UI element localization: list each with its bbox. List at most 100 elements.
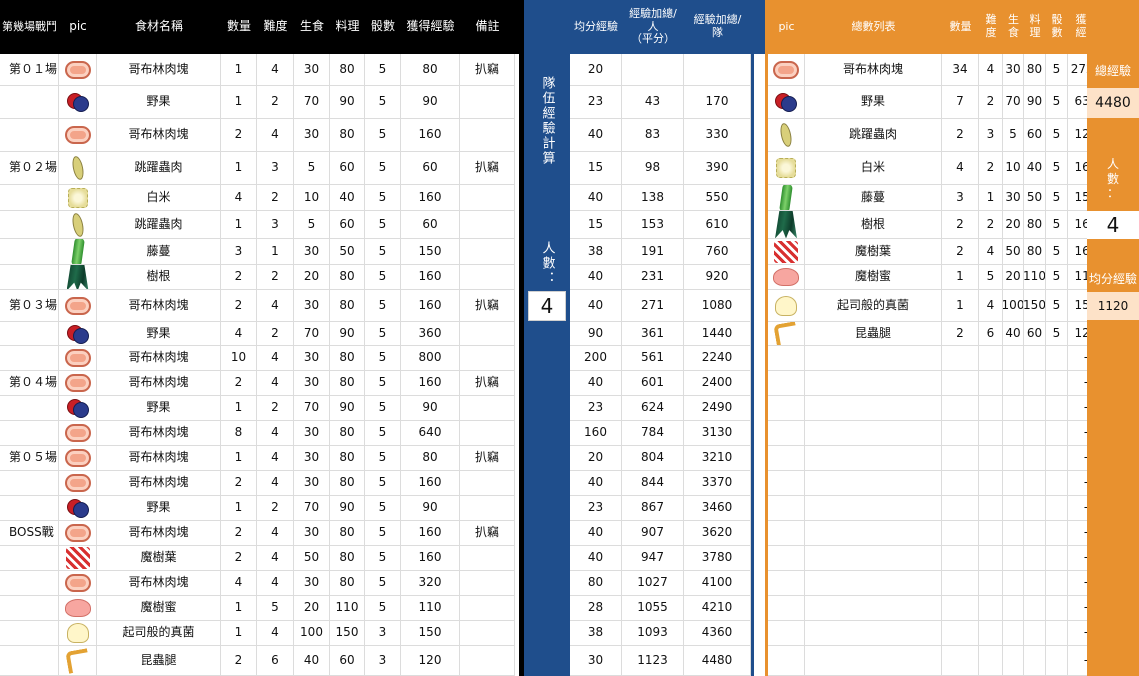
dice-cell[interactable] xyxy=(1046,621,1068,646)
exp-cell[interactable]: 640 xyxy=(401,421,460,446)
quantity-cell[interactable] xyxy=(942,621,979,646)
raw-cell[interactable]: 30 xyxy=(294,421,330,446)
cooked-cell[interactable]: 80 xyxy=(330,290,365,322)
raw-cell[interactable] xyxy=(1003,471,1024,496)
column-header[interactable]: 料理 xyxy=(330,0,365,54)
exp-cell[interactable]: 90 xyxy=(401,496,460,521)
exp-team-cell[interactable]: 610 xyxy=(684,211,751,239)
dice-cell[interactable] xyxy=(1046,396,1068,421)
raw-cell[interactable]: 50 xyxy=(294,546,330,571)
cooked-cell[interactable] xyxy=(1024,371,1046,396)
exp-team-cell[interactable]: 4100 xyxy=(684,571,751,596)
exp-team-cell[interactable]: 920 xyxy=(684,265,751,290)
dice-cell[interactable]: 3 xyxy=(365,621,401,646)
pic-cell[interactable] xyxy=(59,265,97,290)
cooked-cell[interactable]: 80 xyxy=(330,119,365,152)
quantity-cell[interactable]: 2 xyxy=(221,119,257,152)
raw-cell[interactable]: 30 xyxy=(294,346,330,371)
cooked-cell[interactable]: 90 xyxy=(330,322,365,346)
difficulty-cell[interactable]: 4 xyxy=(257,521,294,546)
pic-cell[interactable] xyxy=(59,421,97,446)
quantity-cell[interactable]: 7 xyxy=(942,86,979,119)
ingredient-name-cell[interactable]: 哥布林肉塊 xyxy=(97,521,221,546)
difficulty-cell[interactable]: 5 xyxy=(257,596,294,621)
quantity-cell[interactable]: 2 xyxy=(221,265,257,290)
raw-cell[interactable]: 30 xyxy=(294,119,330,152)
difficulty-cell[interactable] xyxy=(979,621,1003,646)
exp-per-person-cell[interactable]: 1027 xyxy=(622,571,684,596)
ingredient-name-cell[interactable]: 哥布林肉塊 xyxy=(97,421,221,446)
column-header[interactable]: 生食 xyxy=(294,0,330,54)
avg-exp-cell[interactable]: 30 xyxy=(570,646,622,676)
avg-exp-cell[interactable]: 40 xyxy=(570,546,622,571)
exp-team-cell[interactable]: 550 xyxy=(684,185,751,211)
cooked-cell[interactable]: 50 xyxy=(1024,185,1046,211)
pic-cell[interactable] xyxy=(768,471,805,496)
column-header[interactable]: pic xyxy=(768,0,805,54)
quantity-cell[interactable]: 1 xyxy=(942,265,979,290)
cooked-cell[interactable]: 80 xyxy=(330,265,365,290)
stage-cell[interactable] xyxy=(0,185,59,211)
raw-cell[interactable]: 20 xyxy=(294,596,330,621)
raw-cell[interactable] xyxy=(1003,521,1024,546)
quantity-cell[interactable]: 2 xyxy=(942,211,979,239)
ingredient-name-cell[interactable]: 白米 xyxy=(805,152,942,185)
difficulty-cell[interactable] xyxy=(979,346,1003,371)
pic-cell[interactable] xyxy=(768,621,805,646)
raw-cell[interactable]: 30 xyxy=(1003,185,1024,211)
quantity-cell[interactable]: 2 xyxy=(221,371,257,396)
exp-cell[interactable]: 160 xyxy=(401,471,460,496)
raw-cell[interactable]: 50 xyxy=(1003,239,1024,265)
ingredient-name-cell[interactable]: 哥布林肉塊 xyxy=(97,290,221,322)
cooked-cell[interactable] xyxy=(1024,446,1046,471)
note-cell[interactable]: 扒竊 xyxy=(460,290,515,322)
dice-cell[interactable]: 5 xyxy=(1046,119,1068,152)
ingredient-name-cell[interactable] xyxy=(805,396,942,421)
ingredient-name-cell[interactable]: 哥布林肉塊 xyxy=(97,54,221,86)
column-header[interactable]: 均分經驗 xyxy=(570,0,622,54)
pic-cell[interactable] xyxy=(59,371,97,396)
exp-cell[interactable]: 80 xyxy=(401,54,460,86)
difficulty-cell[interactable]: 6 xyxy=(257,646,294,676)
ingredient-name-cell[interactable]: 白米 xyxy=(97,185,221,211)
pic-cell[interactable] xyxy=(59,471,97,496)
cooked-cell[interactable] xyxy=(1024,621,1046,646)
exp-team-cell[interactable]: 170 xyxy=(684,86,751,119)
exp-per-person-cell[interactable]: 844 xyxy=(622,471,684,496)
raw-cell[interactable] xyxy=(1003,596,1024,621)
quantity-cell[interactable] xyxy=(942,371,979,396)
column-header[interactable]: 骰 數 xyxy=(1046,0,1068,54)
avg-exp-cell[interactable]: 20 xyxy=(570,446,622,471)
quantity-cell[interactable] xyxy=(942,421,979,446)
headcount-value[interactable]: 4 xyxy=(1087,211,1139,239)
ingredient-name-cell[interactable]: 哥布林肉塊 xyxy=(97,571,221,596)
dice-cell[interactable] xyxy=(1046,596,1068,621)
pic-cell[interactable] xyxy=(59,621,97,646)
pic-cell[interactable] xyxy=(768,521,805,546)
stage-cell[interactable]: 第０２場 xyxy=(0,152,59,185)
exp-per-person-cell[interactable]: 138 xyxy=(622,185,684,211)
exp-team-cell[interactable]: 2490 xyxy=(684,396,751,421)
raw-cell[interactable]: 100 xyxy=(294,621,330,646)
pic-cell[interactable] xyxy=(59,290,97,322)
column-header[interactable]: 經驗加總/ 隊 xyxy=(684,0,751,54)
difficulty-cell[interactable] xyxy=(979,496,1003,521)
dice-cell[interactable]: 5 xyxy=(1046,265,1068,290)
exp-per-person-cell[interactable]: 1055 xyxy=(622,596,684,621)
cooked-cell[interactable]: 150 xyxy=(1024,290,1046,322)
difficulty-cell[interactable]: 2 xyxy=(257,86,294,119)
ingredient-name-cell[interactable]: 魔樹蜜 xyxy=(97,596,221,621)
exp-per-person-cell[interactable]: 98 xyxy=(622,152,684,185)
pic-cell[interactable] xyxy=(59,346,97,371)
raw-cell[interactable] xyxy=(1003,571,1024,596)
ingredient-name-cell[interactable]: 哥布林肉塊 xyxy=(805,54,942,86)
pic-cell[interactable] xyxy=(59,239,97,265)
exp-team-cell[interactable]: 4210 xyxy=(684,596,751,621)
note-cell[interactable]: 扒竊 xyxy=(460,152,515,185)
stage-cell[interactable] xyxy=(0,646,59,676)
raw-cell[interactable] xyxy=(1003,346,1024,371)
note-cell[interactable] xyxy=(460,621,515,646)
exp-team-cell[interactable]: 330 xyxy=(684,119,751,152)
quantity-cell[interactable]: 1 xyxy=(221,54,257,86)
avg-exp-cell[interactable]: 38 xyxy=(570,621,622,646)
